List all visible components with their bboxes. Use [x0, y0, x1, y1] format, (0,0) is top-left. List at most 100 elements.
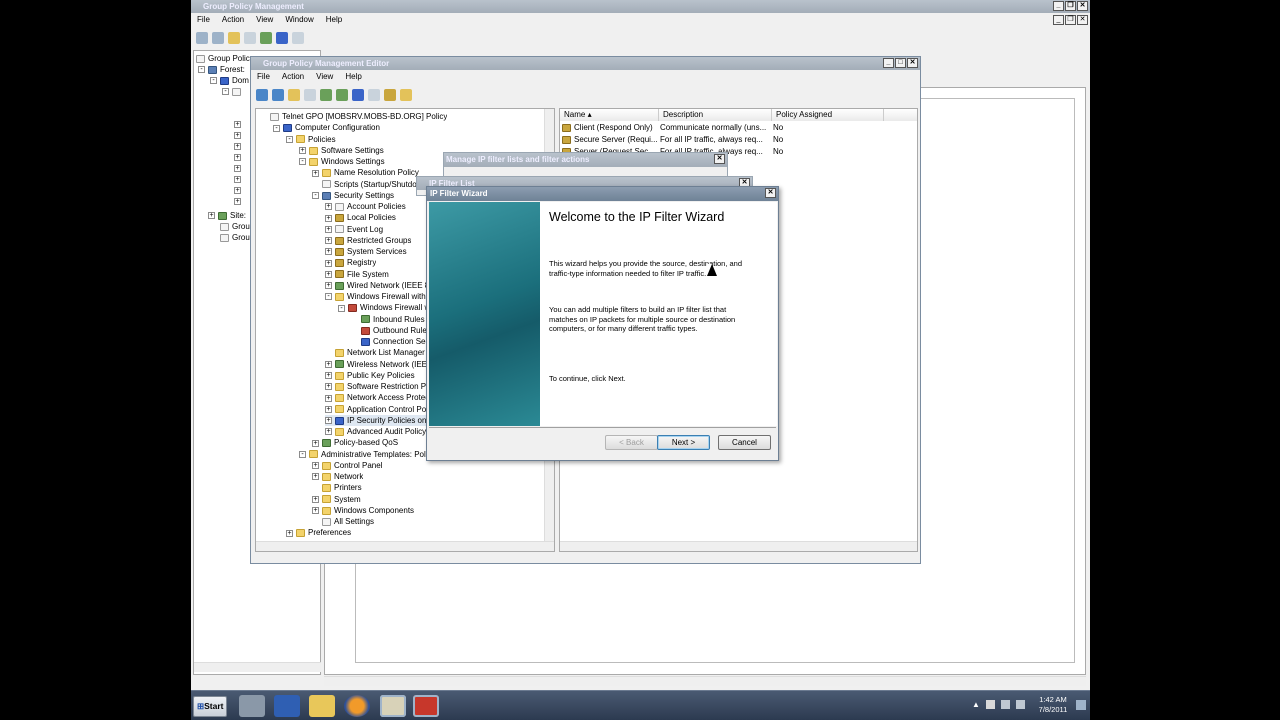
- expand-icon[interactable]: +: [234, 176, 241, 184]
- manage-filters-title-bar[interactable]: Manage IP filter lists and filter action…: [444, 153, 727, 167]
- tree-item[interactable]: Connection Sec: [351, 336, 429, 347]
- expand-icon[interactable]: +: [325, 225, 332, 233]
- expand-icon[interactable]: +: [312, 507, 319, 515]
- tree-item[interactable]: + Network: [312, 471, 363, 482]
- expand-icon[interactable]: +: [325, 405, 332, 413]
- expand-icon[interactable]: +: [325, 428, 332, 436]
- refresh-icon[interactable]: [260, 32, 272, 44]
- next-button[interactable]: Next >: [657, 435, 710, 450]
- menu-help[interactable]: Help: [326, 13, 342, 29]
- minimize-icon[interactable]: _: [883, 58, 894, 68]
- gpme-tree-hscroll[interactable]: [256, 541, 554, 551]
- tree-item[interactable]: + Windows Components: [312, 505, 414, 516]
- export-icon[interactable]: [336, 89, 348, 101]
- tree-item[interactable]: Network List Manager P: [325, 347, 432, 358]
- refresh-icon[interactable]: [320, 89, 332, 101]
- back-arrow-icon[interactable]: [256, 89, 268, 101]
- collapse-icon[interactable]: -: [299, 158, 306, 166]
- column-header-description[interactable]: Description: [659, 109, 772, 121]
- wizard-icon[interactable]: [400, 89, 412, 101]
- expand-icon[interactable]: +: [325, 259, 332, 267]
- tree-item[interactable]: + Software Restriction Po: [325, 381, 431, 392]
- tree-item[interactable]: Scripts (Startup/Shutdown): [312, 179, 430, 190]
- tree-item[interactable]: + System: [312, 494, 361, 505]
- gpm-tree-group-modeling[interactable]: Grou: [220, 221, 250, 232]
- tray-flag-icon[interactable]: [986, 700, 995, 709]
- close-icon[interactable]: ✕: [1077, 1, 1088, 11]
- expand-icon[interactable]: +: [234, 121, 241, 129]
- server-manager-icon[interactable]: [239, 695, 265, 717]
- tree-item[interactable]: + Registry: [325, 257, 376, 268]
- expand-icon[interactable]: +: [234, 143, 241, 151]
- expand-icon[interactable]: +: [325, 282, 332, 290]
- expand-icon[interactable]: +: [312, 169, 319, 177]
- menu-file[interactable]: File: [197, 13, 210, 29]
- show-desktop-icon[interactable]: [1076, 700, 1086, 710]
- gpm-tree-group-results[interactable]: Grou: [220, 232, 250, 243]
- expand-icon[interactable]: +: [312, 439, 319, 447]
- tree-item[interactable]: - Security Settings: [312, 190, 394, 201]
- expand-icon[interactable]: +: [286, 529, 293, 537]
- firefox-icon[interactable]: [344, 695, 370, 717]
- expand-icon[interactable]: +: [234, 198, 241, 206]
- menu-action[interactable]: Action: [222, 13, 244, 29]
- tree-item[interactable]: + Advanced Audit Policy C: [325, 426, 434, 437]
- gpm-tree-child-7[interactable]: +: [234, 185, 244, 196]
- tree-item[interactable]: - Windows Settings: [299, 156, 385, 167]
- properties-icon[interactable]: [292, 32, 304, 44]
- expand-icon[interactable]: +: [312, 495, 319, 503]
- tree-item[interactable]: + Network Access Protect: [325, 392, 431, 403]
- gpme-title-bar[interactable]: Group Policy Management Editor _ □ ✕: [251, 57, 920, 70]
- up-folder-icon[interactable]: [228, 32, 240, 44]
- policy-icon[interactable]: [384, 89, 396, 101]
- tree-item[interactable]: - Windows Firewall with A: [325, 291, 433, 302]
- menu-view[interactable]: View: [256, 13, 273, 29]
- expand-icon[interactable]: +: [325, 203, 332, 211]
- gpm-tree-child-1[interactable]: +: [234, 119, 244, 130]
- menu-action[interactable]: Action: [282, 70, 304, 86]
- tree-item[interactable]: All Settings: [312, 516, 374, 527]
- gpm-tree-child-4[interactable]: +: [234, 152, 244, 163]
- gpme-taskbar-icon[interactable]: [413, 695, 439, 717]
- tree-item[interactable]: + IP Security Policies on A: [325, 414, 434, 426]
- collapse-icon[interactable]: -: [338, 304, 345, 312]
- menu-view[interactable]: View: [316, 70, 333, 86]
- menu-file[interactable]: File: [257, 70, 270, 86]
- mdi-minimize-icon[interactable]: _: [1053, 15, 1064, 25]
- restore-icon[interactable]: ❐: [1065, 1, 1076, 11]
- tree-item[interactable]: + Software Settings: [299, 145, 384, 156]
- forward-arrow-icon[interactable]: [272, 89, 284, 101]
- gpm-tree-domains[interactable]: - Dom: [210, 75, 249, 86]
- tree-item[interactable]: Inbound Rules: [351, 314, 425, 325]
- tree-item[interactable]: - Windows Firewall w: [338, 302, 430, 313]
- powershell-icon[interactable]: [274, 695, 300, 717]
- expand-icon[interactable]: +: [312, 473, 319, 481]
- tree-item[interactable]: + Account Policies: [325, 201, 406, 212]
- collapse-icon[interactable]: -: [299, 450, 306, 458]
- expand-icon[interactable]: +: [325, 214, 332, 222]
- gpm-tree-child-6[interactable]: +: [234, 174, 244, 185]
- collapse-icon[interactable]: -: [210, 77, 217, 85]
- tree-item[interactable]: + Policy-based QoS: [312, 437, 398, 448]
- tree-item[interactable]: + Application Control Poli: [325, 404, 430, 415]
- tree-item[interactable]: + Wireless Network (IEEE: [325, 359, 432, 370]
- column-header-name[interactable]: Name ▴: [560, 109, 659, 121]
- expand-icon[interactable]: +: [312, 462, 319, 470]
- column-header-policy-assigned[interactable]: Policy Assigned: [772, 109, 884, 121]
- explorer-icon[interactable]: [309, 695, 335, 717]
- gpm-tree-child-2[interactable]: +: [234, 130, 244, 141]
- menu-window[interactable]: Window: [285, 13, 313, 29]
- tree-item[interactable]: + Wired Network (IEEE 80: [325, 280, 434, 291]
- tray-volume-icon[interactable]: [1016, 700, 1025, 709]
- mdi-restore-icon[interactable]: ❐: [1065, 15, 1076, 25]
- up-folder-icon[interactable]: [288, 89, 300, 101]
- tree-item[interactable]: + Event Log: [325, 224, 383, 235]
- tree-item[interactable]: Telnet GPO [MOBSRV.MOBS-BD.ORG] Policy: [260, 111, 447, 122]
- tree-item[interactable]: - Policies: [286, 134, 336, 145]
- expand-icon[interactable]: +: [325, 417, 332, 425]
- tree-item[interactable]: + Public Key Policies: [325, 370, 415, 381]
- tree-item[interactable]: - Computer Configuration: [273, 122, 380, 133]
- close-icon[interactable]: ✕: [714, 154, 725, 164]
- menu-help[interactable]: Help: [345, 70, 361, 86]
- expand-icon[interactable]: +: [234, 165, 241, 173]
